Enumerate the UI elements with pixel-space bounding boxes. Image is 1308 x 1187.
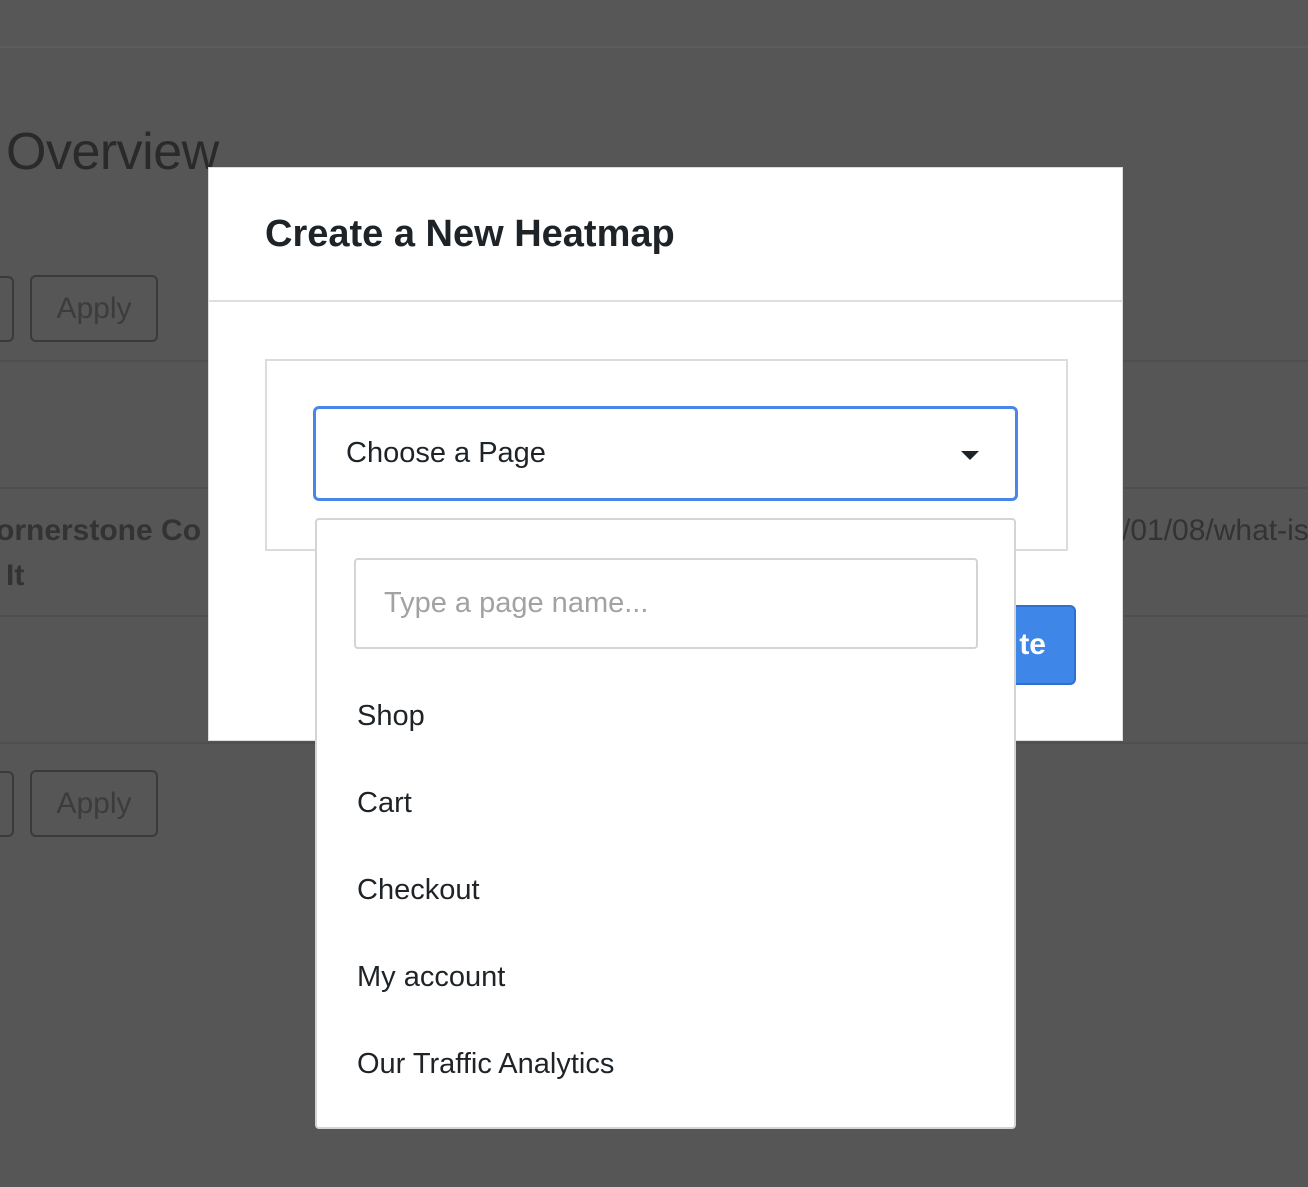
table-row-url: /01/08/what-is [1122, 514, 1308, 547]
page-select-value: Choose a Page [346, 437, 546, 469]
page-select[interactable]: Choose a Page [313, 406, 1018, 501]
apply-button-bottom[interactable]: Apply [30, 770, 158, 837]
page-title: Overview [6, 123, 219, 181]
page-search-input[interactable] [354, 558, 978, 649]
dropdown-option-cart[interactable]: Cart [357, 787, 412, 820]
top-bar [0, 0, 1308, 48]
dropdown-option-shop[interactable]: Shop [357, 700, 425, 733]
apply-button-top[interactable]: Apply [30, 275, 158, 342]
dropdown-option-our-traffic-analytics[interactable]: Our Traffic Analytics [357, 1048, 614, 1081]
page-dropdown: Shop Cart Checkout My account Our Traffi… [315, 518, 1016, 1129]
dropdown-option-my-account[interactable]: My account [357, 961, 505, 994]
table-row-title-continued[interactable]: It [6, 559, 24, 593]
bulk-action-select-bottom[interactable] [0, 771, 14, 837]
modal-header: Create a New Heatmap [209, 168, 1122, 302]
table-row-title[interactable]: ornerstone Co [0, 514, 201, 548]
dropdown-option-checkout[interactable]: Checkout [357, 874, 480, 907]
bulk-action-select-top[interactable] [0, 276, 14, 342]
create-button-label: te [1019, 628, 1046, 661]
modal-title: Create a New Heatmap [265, 212, 675, 255]
caret-down-icon [961, 451, 979, 460]
